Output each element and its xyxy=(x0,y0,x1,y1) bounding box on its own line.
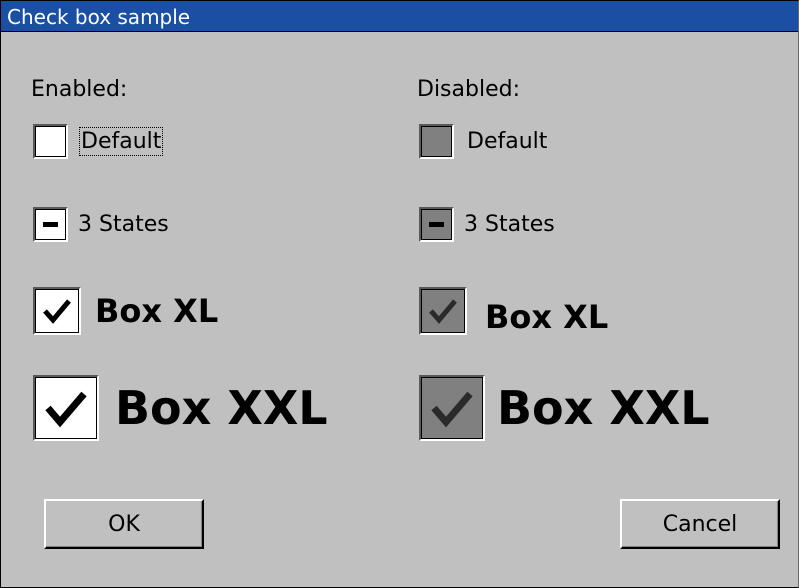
checkbox-label: Default xyxy=(78,127,164,156)
checkbox-label: Box XL xyxy=(95,292,219,330)
checkbox-label: 3 States xyxy=(464,212,555,237)
checkbox-square[interactable] xyxy=(33,375,99,441)
enabled-box-xl-checkbox[interactable]: Box XL xyxy=(33,287,218,335)
disabled-box-xl-checkbox: Box XL xyxy=(419,287,609,336)
cancel-button-label: Cancel xyxy=(662,511,738,537)
disabled-three-states-checkbox: 3 States xyxy=(419,207,555,242)
disabled-section-label: Disabled: xyxy=(417,77,520,102)
enabled-box-xxl-checkbox[interactable]: Box XXL xyxy=(33,375,328,441)
indeterminate-icon xyxy=(429,222,444,227)
checkbox-label: Box XL xyxy=(485,298,609,336)
enabled-default-checkbox[interactable]: Default xyxy=(33,124,164,159)
checkbox-label: Default xyxy=(467,129,548,154)
checkbox-label: Box XXL xyxy=(497,381,710,435)
disabled-box-xxl-checkbox: Box XXL xyxy=(419,375,710,441)
checkbox-square[interactable] xyxy=(33,124,68,159)
checkbox-square[interactable] xyxy=(33,287,81,335)
checkbox-label: 3 States xyxy=(78,212,169,237)
cancel-button[interactable]: Cancel xyxy=(620,499,780,549)
window-title: Check box sample xyxy=(7,5,191,29)
dialog-window: Check box sample Enabled: Disabled: Defa… xyxy=(0,0,799,588)
ok-button[interactable]: OK xyxy=(44,499,204,549)
checkmark-icon xyxy=(429,299,457,324)
enabled-three-states-checkbox[interactable]: 3 States xyxy=(33,207,169,242)
checkmark-icon xyxy=(431,391,473,428)
title-bar[interactable]: Check box sample xyxy=(1,1,798,32)
checkbox-square xyxy=(419,287,467,335)
checkbox-square[interactable] xyxy=(33,207,68,242)
checkbox-square xyxy=(419,207,454,242)
disabled-default-checkbox: Default xyxy=(419,124,547,159)
checkbox-square xyxy=(419,124,454,159)
checkmark-icon xyxy=(43,299,71,324)
enabled-section-label: Enabled: xyxy=(31,77,128,102)
indeterminate-icon xyxy=(43,222,58,227)
checkmark-icon xyxy=(45,391,87,428)
checkbox-square xyxy=(419,375,485,441)
checkbox-label: Box XXL xyxy=(115,381,328,435)
ok-button-label: OK xyxy=(108,511,140,537)
